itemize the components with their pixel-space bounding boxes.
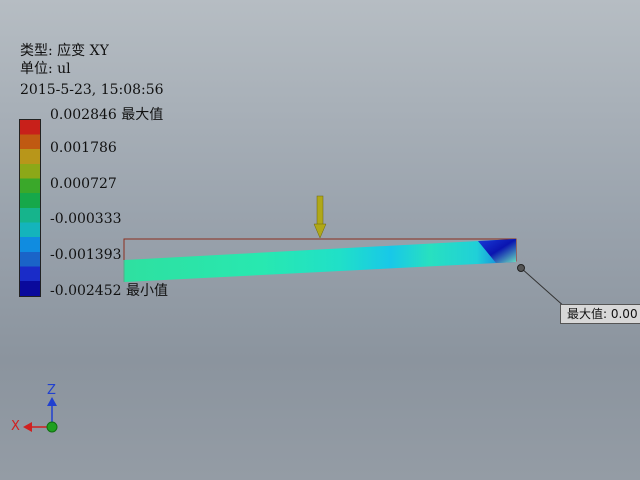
callout-leader — [520, 267, 567, 309]
model-viewport[interactable] — [0, 0, 640, 480]
max-value-callout[interactable]: 最大值: 0.00 — [560, 304, 640, 324]
x-axis-label: X — [11, 419, 20, 434]
deformed-beam — [124, 239, 516, 282]
orientation-triad — [23, 397, 58, 433]
load-arrow[interactable] — [313, 195, 327, 239]
z-axis-label: Z — [47, 383, 56, 398]
max-value-marker[interactable] — [517, 264, 525, 272]
